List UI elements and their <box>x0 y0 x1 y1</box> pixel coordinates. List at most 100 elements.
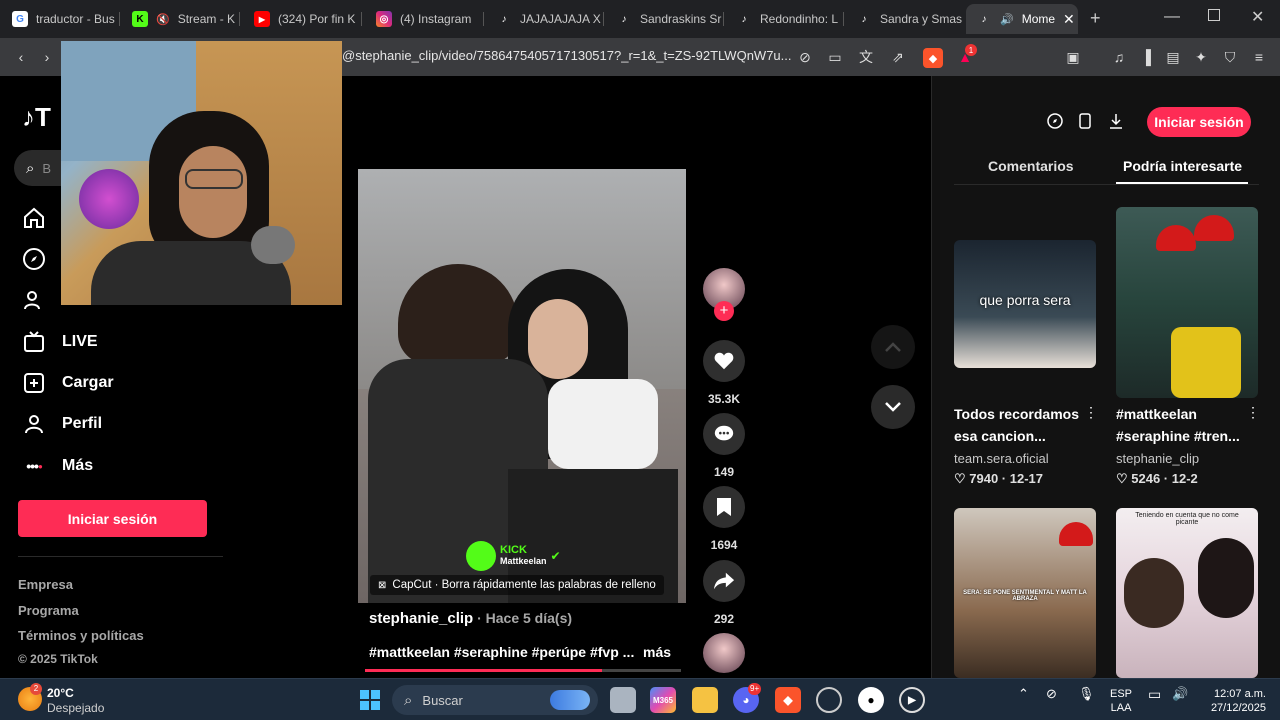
tiktok-logo[interactable]: ♪T <box>22 102 51 133</box>
bookmark-icon[interactable] <box>703 486 745 528</box>
video-card-user[interactable]: team.sera.oficial <box>954 451 1049 466</box>
video-player[interactable]: KICK Mattkeelan ✔ ⊠ CapCut · Borra rápid… <box>358 169 686 603</box>
card-title-line: esa cancion... <box>954 428 1046 444</box>
search-input[interactable]: ⌕ B <box>14 150 61 186</box>
tracking-off-icon[interactable]: ⊘ <box>796 48 814 66</box>
login-button-top[interactable]: Iniciar sesión <box>1147 107 1251 137</box>
forward-icon[interactable]: › <box>38 48 56 66</box>
footer-terms-link[interactable]: Términos y políticas <box>18 628 144 643</box>
video-card-user[interactable]: stephanie_clip <box>1116 451 1199 466</box>
login-button-sidebar[interactable]: Iniciar sesión <box>18 500 207 537</box>
tab-tiktok-active[interactable]: ♪ 🔊 Mome ✕ <box>966 4 1078 34</box>
divider <box>18 556 223 557</box>
mobile-icon[interactable] <box>1076 112 1094 130</box>
tab-traductor[interactable]: G traductor - Bus <box>2 4 120 34</box>
video-card-thumbnail[interactable]: Teniendo en cuenta que no come picante <box>1116 508 1258 678</box>
card-options-icon[interactable]: ⋮ <box>1246 404 1260 421</box>
menu-icon[interactable]: ≡ <box>1250 48 1268 66</box>
brave-shield-icon[interactable]: ◆ <box>923 48 943 68</box>
tab-instagram[interactable]: ◎ (4) Instagram <box>366 4 484 34</box>
maximize-button[interactable] <box>1208 9 1220 21</box>
nav-profile[interactable]: Perfil <box>22 412 102 436</box>
cast-icon[interactable]: ▭ <box>826 48 844 66</box>
back-icon[interactable]: ‹ <box>12 48 30 66</box>
nav-live[interactable]: LIVE <box>22 330 98 354</box>
video-card-title[interactable]: #mattkeelan #seraphine #tren... <box>1116 403 1256 447</box>
leo-ai-icon[interactable]: ✦ <box>1192 48 1210 66</box>
tab-label: Sandraskins Sr <box>640 12 722 26</box>
video-card-thumbnail[interactable]: que porra sera <box>954 240 1096 368</box>
nav-upload[interactable]: Cargar <box>22 371 114 395</box>
glasses <box>185 169 243 189</box>
tab-tiktok-1[interactable]: ♪ JAJAJAJAJA X <box>486 4 604 34</box>
taskbar-search[interactable]: ⌕ Buscar <box>392 685 598 715</box>
footer-program-link[interactable]: Programa <box>18 603 79 618</box>
tab-tiktok-4[interactable]: ♪ Sandra y Smas <box>846 4 964 34</box>
comment-icon[interactable] <box>703 413 745 455</box>
footer-company-link[interactable]: Empresa <box>18 577 73 592</box>
sidebar-icon[interactable]: ▐ <box>1137 48 1155 66</box>
video-card-thumbnail[interactable] <box>1116 207 1258 398</box>
card-title-line: Todos recordamos <box>954 406 1079 422</box>
tab-tiktok-3[interactable]: ♪ Redondinho: L <box>726 4 844 34</box>
reader-icon[interactable]: ▣ <box>1064 48 1082 66</box>
media-player-icon[interactable]: ▶ <box>899 687 925 713</box>
download-icon[interactable] <box>1107 112 1125 130</box>
start-button[interactable] <box>357 687 383 713</box>
explore-icon[interactable] <box>22 247 46 271</box>
capcut-banner[interactable]: ⊠ CapCut · Borra rápidamente las palabra… <box>370 575 664 595</box>
vpn-icon[interactable]: ⛉ <box>1221 48 1239 66</box>
task-view-icon[interactable] <box>610 687 636 713</box>
follow-plus-icon[interactable]: + <box>714 301 734 321</box>
tray-chevron-icon[interactable]: ⌃ <box>1018 687 1029 701</box>
clock[interactable]: 12:07 a.m. 27/12/2025 <box>1204 687 1266 715</box>
like-action[interactable]: 35.3K <box>703 340 745 406</box>
card-options-icon[interactable]: ⋮ <box>1084 404 1098 421</box>
language-indicator[interactable]: ESP LAA <box>1110 687 1132 715</box>
microphone-icon[interactable]: 🎙 <box>1078 687 1095 701</box>
tab-youtube[interactable]: ▶ (324) Por fin K <box>244 4 362 34</box>
tab-comments[interactable]: Comentarios <box>988 158 1074 174</box>
progress-track[interactable] <box>365 669 681 672</box>
following-icon[interactable] <box>22 288 46 312</box>
more-caption-button[interactable]: más <box>643 644 671 660</box>
previous-video-button[interactable] <box>871 325 915 369</box>
media-icon[interactable]: ♫ <box>1110 48 1128 66</box>
nav-more[interactable]: ••• ● Más <box>22 454 93 478</box>
file-explorer-icon[interactable] <box>692 687 718 713</box>
share-icon[interactable]: ⇗ <box>889 48 907 66</box>
network-off-icon[interactable]: ⊘ <box>1046 687 1057 701</box>
obs-icon[interactable]: ● <box>858 687 884 713</box>
compass-icon[interactable] <box>1046 112 1064 130</box>
video-card-thumbnail[interactable]: SERA: SE PONE SENTIMENTAL Y MATT LA ABRA… <box>954 508 1096 678</box>
new-tab-button[interactable]: + <box>1090 8 1101 29</box>
tab-suggested[interactable]: Podría interesarte <box>1123 158 1242 174</box>
next-video-button[interactable] <box>871 385 915 429</box>
heart-icon[interactable] <box>703 340 745 382</box>
tab-tiktok-2[interactable]: ♪ Sandraskins Sr <box>606 4 724 34</box>
translate-icon[interactable]: 文 <box>857 48 875 66</box>
close-tab-icon[interactable]: ✕ <box>1063 11 1075 28</box>
share-action[interactable]: 292 <box>703 560 745 626</box>
weather-temp[interactable]: 20°C <box>47 686 74 700</box>
save-action[interactable]: 1694 <box>703 486 745 552</box>
video-card-title[interactable]: Todos recordamos esa cancion... <box>954 403 1094 447</box>
video-hashtags[interactable]: #mattkeelan #seraphine #perúpe #fvp ... <box>369 644 634 660</box>
close-window-button[interactable]: ✕ <box>1251 7 1264 27</box>
home-icon[interactable] <box>22 206 46 230</box>
display-icon[interactable]: ▭ <box>1148 687 1161 701</box>
video-author[interactable]: stephanie_clip <box>369 610 473 627</box>
wallet-icon[interactable]: ▤ <box>1164 48 1182 66</box>
creator-avatar-action[interactable]: + <box>703 268 745 321</box>
comment-action[interactable]: 149 <box>703 413 745 479</box>
weather-desc[interactable]: Despejado <box>47 701 104 715</box>
steam-icon[interactable] <box>816 687 842 713</box>
minimize-button[interactable]: — <box>1164 8 1180 26</box>
share-arrow-icon[interactable] <box>703 560 745 602</box>
url-field[interactable]: @stephanie_clip/video/758647540571713051… <box>342 48 791 63</box>
next-creator-avatar[interactable] <box>703 633 745 673</box>
tab-stream-kick[interactable]: K 🔇 Stream - K <box>122 4 240 34</box>
brave-browser-icon[interactable]: ◆ <box>775 687 801 713</box>
volume-icon[interactable]: 🔊 <box>1172 687 1188 701</box>
microsoft-365-icon[interactable]: M365 <box>650 687 676 713</box>
